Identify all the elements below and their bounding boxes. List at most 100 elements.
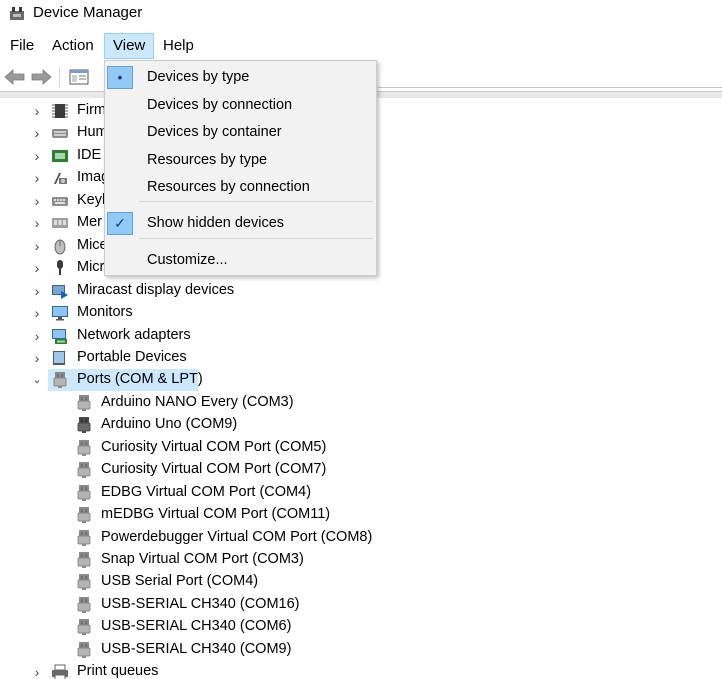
port-icon xyxy=(75,551,93,569)
tree-item-label: USB-SERIAL CH340 (COM9) xyxy=(101,641,292,657)
tree-device-port[interactable]: USB Serial Port (COM4) xyxy=(0,571,722,593)
tree-item-label: Print queues xyxy=(77,663,159,679)
view-menu-item-label: Resources by connection xyxy=(147,179,310,195)
expand-chevron-icon[interactable]: › xyxy=(30,171,44,185)
tree-device-port[interactable]: Arduino Uno (COM9) xyxy=(0,414,722,436)
menu-bar: File Action View Help xyxy=(0,33,722,59)
expand-chevron-icon[interactable]: › xyxy=(30,149,44,163)
view-menu-item-label: Devices by connection xyxy=(147,97,293,113)
expand-chevron-icon[interactable]: › xyxy=(30,284,44,298)
back-arrow-icon[interactable] xyxy=(2,65,28,89)
tree-category[interactable]: › Monitors xyxy=(0,302,722,324)
menu-help[interactable]: Help xyxy=(155,33,202,59)
tree-device-port[interactable]: Powerdebugger Virtual COM Port (COM8) xyxy=(0,527,722,549)
radio-bullet-icon: • xyxy=(107,66,133,89)
portable-device-icon xyxy=(51,349,69,367)
expand-chevron-icon[interactable]: › xyxy=(30,665,44,679)
port-icon xyxy=(51,371,69,389)
menu-file[interactable]: File xyxy=(2,33,42,59)
device-manager-window: Device Manager File Action View Help › Fi… xyxy=(0,0,722,679)
view-menu-item[interactable]: Devices by connection xyxy=(105,92,376,119)
tree-item-label: Firm xyxy=(77,102,106,118)
network-adapter-icon xyxy=(51,327,69,345)
keyboard-icon xyxy=(51,192,69,210)
expand-chevron-icon[interactable]: › xyxy=(30,126,44,140)
tree-item-label: Ports (COM & LPT) xyxy=(77,371,203,387)
tree-device-port[interactable]: Curiosity Virtual COM Port (COM5) xyxy=(0,437,722,459)
tree-device-port[interactable]: Snap Virtual COM Port (COM3) xyxy=(0,549,722,571)
tree-item-label: mEDBG Virtual COM Port (COM11) xyxy=(101,506,331,522)
expand-chevron-icon[interactable]: › xyxy=(30,351,44,365)
mouse-icon xyxy=(51,237,69,255)
port-icon xyxy=(75,461,93,479)
port-icon xyxy=(75,596,93,614)
menu-separator xyxy=(139,238,373,239)
tree-item-label: Monitors xyxy=(77,304,133,320)
toolbar-separator xyxy=(59,67,60,87)
tree-item-label: Mer xyxy=(77,214,102,230)
expand-chevron-icon[interactable]: › xyxy=(30,239,44,253)
collapse-chevron-icon[interactable]: ⌄ xyxy=(30,373,44,387)
toolbar-divider xyxy=(378,87,722,88)
show-hide-console-tree-icon[interactable] xyxy=(66,65,92,89)
menu-separator xyxy=(139,201,373,202)
tree-device-port[interactable]: USB-SERIAL CH340 (COM9) xyxy=(0,639,722,661)
checkmark-icon: ✓ xyxy=(107,212,133,235)
window-title: Device Manager xyxy=(33,4,143,21)
menu-action[interactable]: Action xyxy=(44,33,102,59)
view-menu-item-label: Resources by type xyxy=(147,152,268,168)
imaging-device-icon xyxy=(51,169,69,187)
ide-controller-icon xyxy=(51,147,69,165)
tree-item-label: USB Serial Port (COM4) xyxy=(101,573,259,589)
tree-category-ports[interactable]: ⌄ Ports (COM & LPT) xyxy=(0,369,722,391)
tree-category[interactable]: › Miracast display devices xyxy=(0,280,722,302)
view-dropdown-menu: • Devices by type Devices by connection Dev… xyxy=(104,60,377,276)
port-icon xyxy=(75,506,93,524)
tree-item-label: Arduino NANO Every (COM3) xyxy=(101,394,294,410)
tree-device-port[interactable]: EDBG Virtual COM Port (COM4) xyxy=(0,482,722,504)
microphone-icon xyxy=(51,259,69,277)
menu-view[interactable]: View xyxy=(104,33,154,59)
expand-chevron-icon[interactable]: › xyxy=(30,194,44,208)
tree-item-label: Curiosity Virtual COM Port (COM7) xyxy=(101,461,327,477)
expand-chevron-icon[interactable]: › xyxy=(30,104,44,118)
port-icon xyxy=(75,439,93,457)
view-menu-item[interactable]: ✓ Show hidden devices xyxy=(105,210,376,237)
port-icon xyxy=(75,529,93,547)
view-menu-item-label: Devices by type xyxy=(147,69,250,85)
expand-chevron-icon[interactable]: › xyxy=(30,306,44,320)
forward-arrow-icon[interactable] xyxy=(28,65,54,89)
port-icon xyxy=(75,641,93,659)
view-menu-item[interactable]: Devices by container xyxy=(105,119,376,146)
tree-category[interactable]: › Portable Devices xyxy=(0,347,722,369)
tree-item-label: Micr xyxy=(77,259,105,275)
title-bar: Device Manager xyxy=(0,0,722,26)
view-menu-item[interactable]: Customize... xyxy=(105,247,376,274)
tree-category[interactable]: › Print queues xyxy=(0,661,722,679)
tree-category[interactable]: › Network adapters xyxy=(0,325,722,347)
tree-device-port[interactable]: Curiosity Virtual COM Port (COM7) xyxy=(0,459,722,481)
device-manager-app-icon xyxy=(10,7,24,20)
miracast-icon xyxy=(51,282,69,300)
expand-chevron-icon[interactable]: › xyxy=(30,216,44,230)
expand-chevron-icon[interactable]: › xyxy=(30,261,44,275)
firmware-chip-icon xyxy=(51,102,69,120)
view-menu-item[interactable]: Resources by connection xyxy=(105,174,376,201)
port-icon xyxy=(75,573,93,591)
monitor-icon xyxy=(51,304,69,322)
view-menu-item[interactable]: Resources by type xyxy=(105,147,376,174)
view-menu-item[interactable]: • Devices by type xyxy=(105,64,376,91)
tree-item-label: Arduino Uno (COM9) xyxy=(101,416,238,432)
tree-item-label: Curiosity Virtual COM Port (COM5) xyxy=(101,439,327,455)
tree-device-port[interactable]: USB-SERIAL CH340 (COM16) xyxy=(0,594,722,616)
tree-device-port[interactable]: USB-SERIAL CH340 (COM6) xyxy=(0,616,722,638)
port-dark-icon xyxy=(75,416,93,434)
memory-device-icon xyxy=(51,214,69,232)
tree-item-label: USB-SERIAL CH340 (COM16) xyxy=(101,596,300,612)
tree-device-port[interactable]: Arduino NANO Every (COM3) xyxy=(0,392,722,414)
expand-chevron-icon[interactable]: › xyxy=(30,329,44,343)
port-icon xyxy=(75,618,93,636)
tree-item-label: Miracast display devices xyxy=(77,282,235,298)
tree-item-label: Network adapters xyxy=(77,327,191,343)
tree-device-port[interactable]: mEDBG Virtual COM Port (COM11) xyxy=(0,504,722,526)
